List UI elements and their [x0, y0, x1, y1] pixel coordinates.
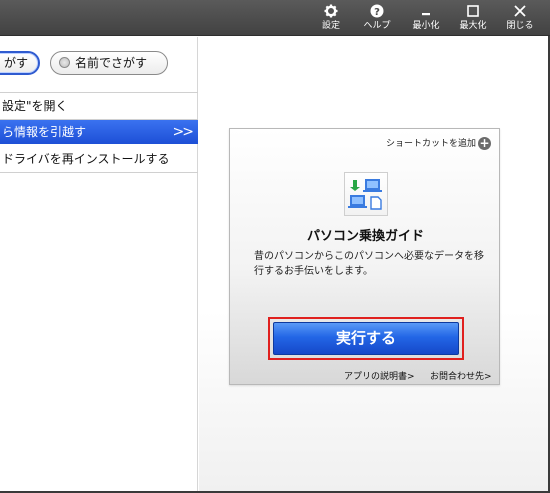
list-item-label: ドライバを再インストールする — [2, 152, 170, 166]
help-button[interactable]: ? ヘルプ — [357, 2, 397, 34]
radio-icon — [59, 57, 70, 68]
title-bar: 設定 ? ヘルプ 最小化 最大化 閉じる — [0, 0, 550, 36]
minimize-icon — [406, 3, 446, 20]
list-item-label: ら情報を引越す — [2, 125, 87, 139]
minimize-button[interactable]: 最小化 — [406, 2, 446, 34]
gear-icon — [311, 3, 351, 20]
list-item-label: 設定"を開く — [2, 99, 68, 113]
list-item[interactable]: ドライバを再インストールする — [0, 147, 198, 171]
left-pane: がす 名前でさがす 設定"を開く ら情報を引越す >> ドライバを再インストール… — [0, 37, 198, 493]
execute-button[interactable]: 実行する — [273, 322, 459, 355]
minimize-label: 最小化 — [412, 21, 440, 31]
add-shortcut-label: ショートカットを追加 — [385, 139, 476, 149]
app-icon — [344, 172, 388, 216]
plus-icon: + — [478, 136, 491, 150]
app-description: 昔のパソコンからこのパソコンへ必要なデータを移行するお手伝いをします。 — [254, 251, 484, 277]
list-divider — [0, 92, 198, 93]
list-divider — [0, 172, 198, 173]
search-by-purpose-label: がす — [4, 56, 29, 70]
app-title: パソコン乗換ガイド — [306, 229, 424, 244]
help-label: ヘルプ — [363, 21, 391, 31]
search-by-name-label: 名前でさがす — [75, 56, 148, 70]
contact-link[interactable]: お問合わせ先> — [430, 369, 492, 382]
settings-button[interactable]: 設定 — [311, 2, 351, 34]
search-by-name-button[interactable]: 名前でさがす — [50, 51, 168, 75]
maximize-button[interactable]: 最大化 — [453, 2, 493, 34]
maximize-icon — [453, 3, 493, 20]
maximize-label: 最大化 — [459, 21, 487, 31]
close-icon — [500, 3, 540, 20]
help-icon: ? — [357, 3, 397, 20]
list-item[interactable]: 設定"を開く — [0, 94, 198, 118]
close-label: 閉じる — [506, 21, 534, 31]
add-shortcut-button[interactable]: ショートカットを追加 + — [386, 137, 491, 151]
settings-label: 設定 — [321, 21, 340, 31]
svg-text:?: ? — [374, 7, 380, 18]
app-card: ショートカットを追加 + パソコン乗換ガイド 昔のパソコンからこのパソコンへ必要な… — [229, 128, 500, 385]
list-item-selected[interactable]: ら情報を引越す >> — [0, 120, 198, 144]
highlight-frame: 実行する — [268, 317, 464, 360]
app-manual-link[interactable]: アプリの説明書> — [344, 369, 415, 382]
close-button[interactable]: 閉じる — [500, 2, 540, 34]
search-by-purpose-button[interactable]: がす — [0, 51, 40, 75]
chevron-right-icon: >> — [172, 124, 195, 140]
